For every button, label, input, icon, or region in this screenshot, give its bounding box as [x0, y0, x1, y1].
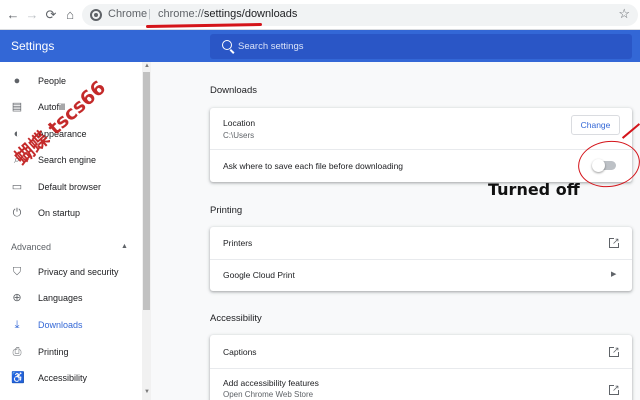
globe-icon: ⊕: [12, 292, 22, 304]
chevron-up-icon[interactable]: ▲: [121, 243, 128, 250]
section-title-printing: Printing: [210, 205, 243, 216]
back-icon[interactable]: ←: [4, 6, 22, 24]
search-icon: [222, 40, 232, 50]
forward-icon[interactable]: →: [23, 6, 41, 24]
sidebar-item-accessibility[interactable]: ♿ Accessibility: [0, 366, 142, 392]
scroll-down-icon[interactable]: ▼: [144, 389, 150, 395]
captions-label: Captions: [223, 347, 257, 357]
sidebar-item-label: Downloads: [38, 320, 83, 330]
sidebar-item-people[interactable]: ● People: [0, 69, 142, 95]
browser-toolbar: ← → ⟳ ⌂ Chrome | chrome://settings/downl…: [0, 0, 640, 30]
downloads-card: Location C:\Users Change Ask where to sa…: [210, 108, 632, 182]
person-icon: ●: [13, 75, 21, 87]
sidebar-item-downloads[interactable]: ⤓ Downloads: [0, 313, 142, 339]
chevron-right-icon: ▶: [611, 271, 617, 278]
download-icon: ⤓: [14, 319, 20, 331]
omnibox[interactable]: Chrome | chrome://settings/downloads ☆: [82, 4, 638, 26]
printers-label: Printers: [223, 238, 253, 248]
url-path: settings/downloads: [203, 8, 298, 20]
sidebar-item-languages[interactable]: ⊕ Languages: [0, 286, 142, 312]
url-scheme: chrome://: [158, 8, 204, 20]
external-arrow-icon: ↗: [612, 345, 620, 355]
accessibility-card: Captions ↗ Add accessibility features Op…: [210, 335, 632, 400]
printer-icon: ⎙: [12, 346, 22, 358]
sidebar-item-label: Accessibility: [38, 373, 88, 383]
captions-row[interactable]: Captions ↗: [210, 335, 632, 367]
add-features-sub: Open Chrome Web Store: [223, 390, 314, 399]
site-label: Chrome: [108, 8, 148, 20]
section-title-accessibility: Accessibility: [210, 313, 262, 324]
sidebar-item-default-browser[interactable]: ▭ Default browser: [0, 175, 142, 201]
search-box[interactable]: [210, 34, 632, 59]
browser-icon: ▭: [11, 181, 23, 193]
sidebar-item-label: Printing: [38, 347, 69, 357]
location-value: C:\Users: [223, 131, 255, 140]
change-location-button[interactable]: Change: [571, 115, 620, 135]
printers-row[interactable]: Printers ↗: [210, 227, 632, 259]
search-input[interactable]: [238, 39, 618, 54]
chrome-site-icon: [90, 9, 102, 21]
sidebar-item-label: On startup: [38, 208, 81, 218]
chrome-window: ← → ⟳ ⌂ Chrome | chrome://settings/downl…: [0, 0, 640, 400]
scroll-up-icon[interactable]: ▲: [144, 63, 150, 69]
home-icon[interactable]: ⌂: [61, 6, 79, 24]
sidebar-scroll-thumb[interactable]: [143, 72, 150, 310]
printing-card: Printers ↗ Google Cloud Print ▶: [210, 227, 632, 291]
url-underline-annotation: [145, 22, 263, 29]
location-row: Location C:\Users Change: [210, 108, 632, 149]
annotation-turned-off: Turned off: [488, 180, 580, 199]
settings-header: Settings: [0, 30, 640, 62]
advanced-toggle[interactable]: Advanced: [11, 242, 51, 252]
sidebar-item-label: Default browser: [38, 182, 102, 192]
ask-where-label: Ask where to save each file before downl…: [223, 161, 404, 171]
section-title-downloads: Downloads: [210, 85, 257, 96]
sidebar-item-privacy[interactable]: ⛉ Privacy and security: [0, 260, 142, 286]
clipboard-icon: ▤: [11, 101, 23, 113]
sidebar-scrollbar[interactable]: ▲ ▼: [142, 62, 151, 400]
reload-icon[interactable]: ⟳: [42, 6, 60, 24]
bookmark-star-icon[interactable]: ☆: [618, 6, 630, 22]
url-text[interactable]: chrome://settings/downloads: [158, 8, 297, 20]
external-arrow-icon: ↗: [612, 383, 620, 393]
sidebar-item-label: Search engine: [38, 155, 97, 165]
power-icon: ⏻: [12, 207, 22, 219]
cloud-print-label: Google Cloud Print: [223, 270, 295, 280]
cloud-print-row[interactable]: Google Cloud Print ▶: [210, 260, 632, 291]
add-features-label: Add accessibility features: [223, 378, 319, 388]
omnibox-separator: |: [148, 8, 151, 20]
sidebar-item-label: People: [38, 76, 67, 86]
external-arrow-icon: ↗: [612, 236, 620, 246]
accessibility-icon: ♿: [11, 372, 25, 384]
page-title: Settings: [11, 39, 55, 53]
sidebar-item-printing[interactable]: ⎙ Printing: [0, 340, 142, 366]
sidebar-item-label: Privacy and security: [38, 267, 119, 277]
add-features-row[interactable]: Add accessibility features Open Chrome W…: [210, 369, 632, 400]
settings-main: Downloads Location C:\Users Change Ask w…: [151, 62, 640, 400]
ask-where-row[interactable]: Ask where to save each file before downl…: [210, 150, 632, 182]
shield-icon: ⛉: [12, 266, 22, 278]
sidebar-item-on-startup[interactable]: ⏻ On startup: [0, 201, 142, 227]
sidebar-item-label: Languages: [38, 293, 83, 303]
location-label: Location: [223, 118, 256, 128]
